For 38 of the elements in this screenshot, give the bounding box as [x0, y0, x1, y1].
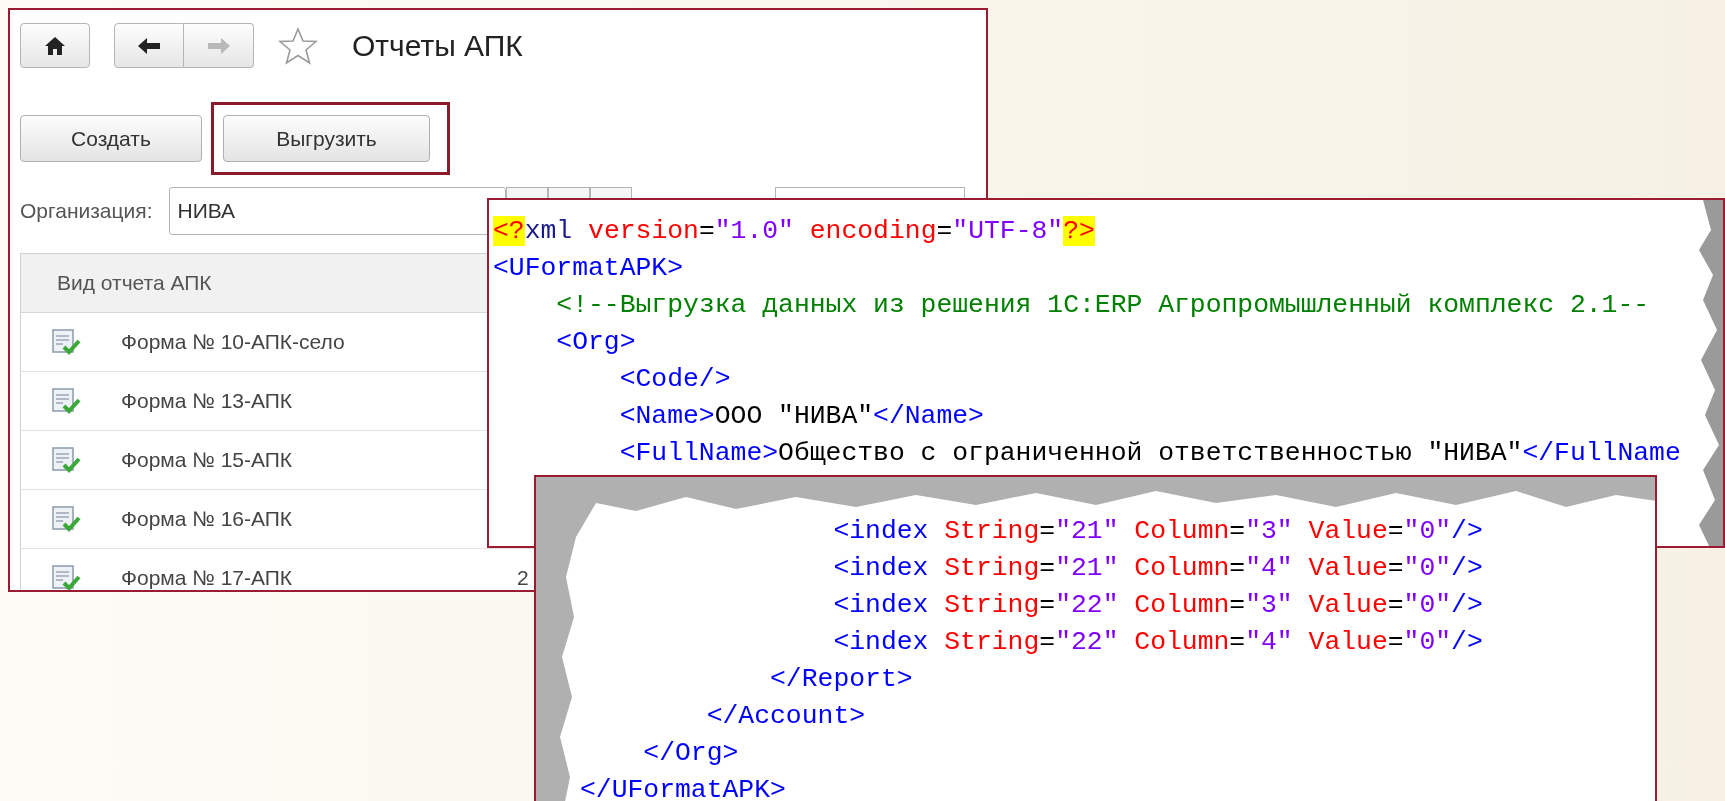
window-title: Отчеты АПК [352, 28, 523, 63]
report-check-icon [51, 564, 81, 590]
field-button[interactable] [505, 187, 548, 199]
code-line: </UFormatAPK> [580, 774, 786, 801]
code-line: <Org> [555, 326, 636, 359]
code-line: <index String="22" Column="4" Value="0"/> [832, 626, 1483, 659]
home-button[interactable] [20, 23, 90, 68]
code-line: <Name>ООО "НИВА"</Name> [618, 400, 984, 433]
report-check-icon [51, 328, 81, 356]
code-line: <Code/> [618, 363, 731, 396]
report-check-icon [51, 505, 81, 533]
code-line: <!--Выгрузка данных из решения 1С:ERP Агропромышленный комплекс 2.1-- [555, 289, 1650, 322]
code-line: <index String="21" Column="4" Value="0"/> [832, 552, 1483, 585]
code-line: </Account> [705, 700, 866, 733]
table-cell: 2 [517, 566, 529, 590]
column-header[interactable]: Вид отчета АПК [21, 271, 212, 295]
report-check-icon [51, 387, 81, 415]
star-icon[interactable] [278, 26, 318, 65]
code-line: <index String="22" Column="3" Value="0"/> [832, 589, 1483, 622]
toolbar-button[interactable]: Выгрузить [223, 115, 430, 162]
code-line: <UFormatAPK> [493, 252, 684, 285]
table-cell-text: Форма № 16-АПК [121, 507, 294, 531]
field-button[interactable] [547, 187, 590, 199]
code-line: <?xml version="1.0" encoding="UTF-8"?> [493, 215, 1095, 248]
table-cell-text: Форма № 10-АПК-село [121, 330, 346, 354]
code-line: <FullName>Общество с ограниченной ответственностью "НИВА"</FullName [618, 437, 1681, 470]
toolbar-button[interactable]: Создать [20, 115, 202, 162]
field-label: Организация: [20, 199, 153, 223]
report-check-icon [51, 446, 81, 474]
back-button[interactable] [114, 23, 184, 68]
home-icon [44, 35, 66, 56]
table-cell-text: Форма № 13-АПК [121, 389, 294, 413]
code-line: <index String="21" Column="3" Value="0"/> [832, 515, 1483, 548]
table-cell-text: Форма № 15-АПК [121, 448, 294, 472]
code-line: </Report> [769, 663, 913, 696]
code-line: </Org> [642, 737, 739, 770]
field-button[interactable] [589, 187, 632, 199]
table-cell-text: Форма № 17-АПК [121, 566, 294, 590]
